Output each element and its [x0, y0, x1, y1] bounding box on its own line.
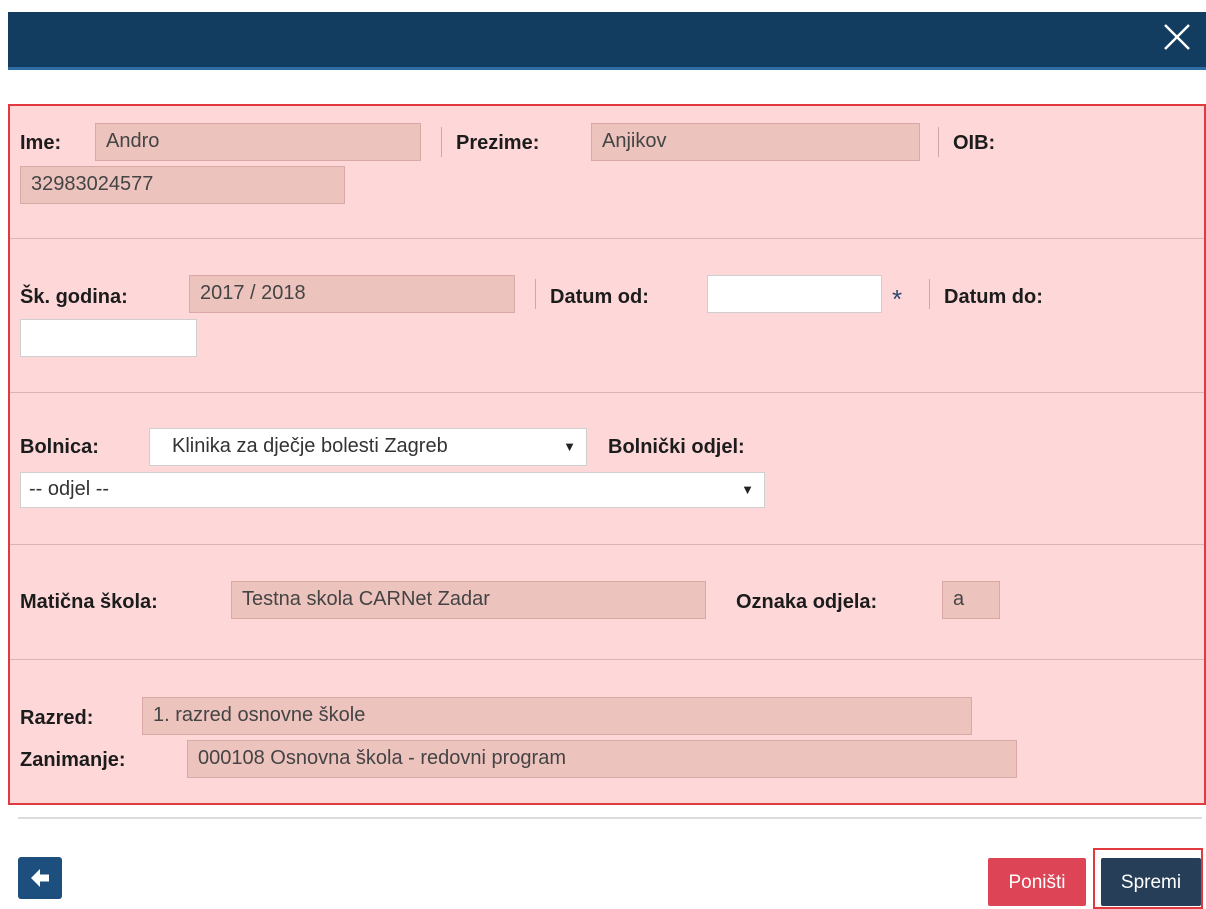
prezime-field[interactable]: Anjikov — [591, 123, 920, 161]
zanimanje-field[interactable]: 000108 Osnovna škola - redovni program — [187, 740, 1017, 778]
maticna-skola-field[interactable]: Testna skola CARNet Zadar — [231, 581, 706, 619]
ime-field[interactable]: Andro — [95, 123, 421, 161]
bolnica-select[interactable]: Klinika za dječje bolesti Zagreb ▼ — [149, 428, 587, 466]
odjel-selected-value: -- odjel -- — [29, 478, 110, 500]
required-marker: * — [892, 284, 903, 314]
bolnicki-odjel-select[interactable]: -- odjel -- ▼ — [20, 472, 765, 508]
datum-do-input[interactable] — [20, 319, 197, 357]
separator — [441, 127, 442, 157]
datum-od-input[interactable] — [707, 275, 882, 313]
bolnica-selected-value: Klinika za dječje bolesti Zagreb — [172, 435, 448, 457]
separator — [938, 127, 939, 157]
zanimanje-label: Zanimanje: — [20, 749, 126, 771]
row-divider — [10, 238, 1204, 239]
footer-divider — [18, 817, 1202, 819]
cancel-button[interactable]: Poništi — [988, 858, 1086, 906]
oib-field[interactable]: 32983024577 — [20, 166, 345, 204]
skolska-godina-label: Šk. godina: — [20, 286, 128, 308]
separator — [929, 279, 930, 309]
bolnica-label: Bolnica: — [20, 436, 99, 458]
student-form-panel: Ime: Andro Prezime: Anjikov OIB: 3298302… — [8, 104, 1206, 805]
dropdown-arrow-icon: ▼ — [563, 439, 576, 454]
back-button[interactable] — [18, 857, 62, 899]
dialog-header-bar — [8, 12, 1206, 70]
row-divider — [10, 544, 1204, 545]
dropdown-arrow-icon: ▼ — [741, 482, 754, 497]
oib-label: OIB: — [953, 132, 996, 154]
razred-label: Razred: — [20, 707, 94, 729]
separator — [535, 279, 536, 309]
maticna-skola-label: Matična škola: — [20, 591, 158, 613]
bolnicki-odjel-label: Bolnički odjel: — [608, 436, 745, 458]
row-divider — [10, 392, 1204, 393]
skolska-godina-field[interactable]: 2017 / 2018 — [189, 275, 515, 313]
arrow-left-icon — [31, 869, 49, 887]
ime-label: Ime: — [20, 132, 62, 154]
oznaka-odjela-label: Oznaka odjela: — [736, 591, 878, 613]
razred-field[interactable]: 1. razred osnovne škole — [142, 697, 972, 735]
save-button[interactable]: Spremi — [1101, 858, 1201, 906]
row-divider — [10, 659, 1204, 660]
oznaka-odjela-field[interactable]: a — [942, 581, 1000, 619]
close-button[interactable] — [1162, 22, 1192, 52]
close-icon — [1164, 24, 1190, 50]
datum-do-label: Datum do: — [944, 286, 1043, 308]
datum-od-label: Datum od: — [550, 286, 649, 308]
prezime-label: Prezime: — [456, 132, 540, 154]
